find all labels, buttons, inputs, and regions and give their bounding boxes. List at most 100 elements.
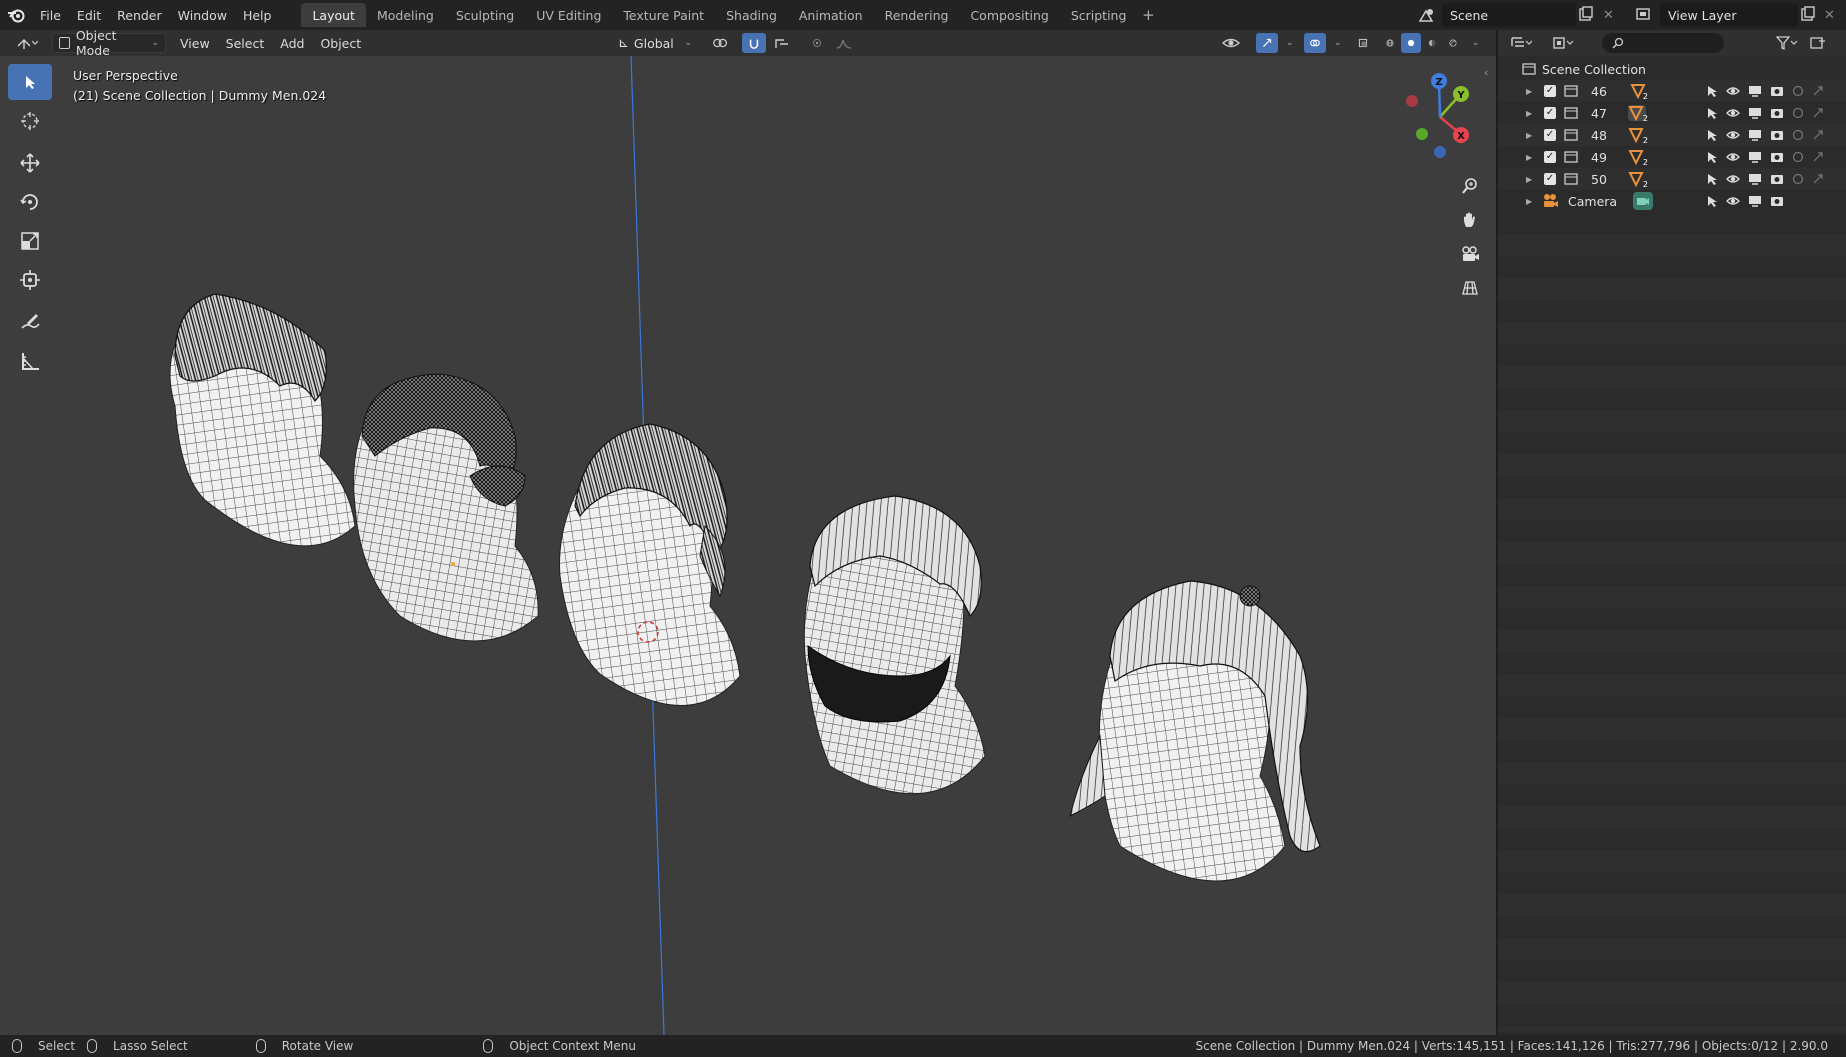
zoom-icon[interactable] — [1455, 171, 1485, 201]
eye-icon[interactable] — [1726, 107, 1740, 119]
sidebar-toggle-icon[interactable]: ‹ — [1484, 66, 1488, 79]
menu-help[interactable]: Help — [235, 0, 280, 30]
tab-rendering[interactable]: Rendering — [874, 3, 960, 27]
mesh-data-icon[interactable]: 2 — [1628, 149, 1648, 167]
expand-arrow-icon[interactable]: ▶ — [1526, 109, 1532, 118]
monitor-icon[interactable] — [1748, 195, 1762, 207]
shading-solid-icon[interactable] — [1401, 33, 1421, 53]
scene-type-icon[interactable] — [1414, 5, 1440, 25]
tab-layout[interactable]: Layout — [301, 3, 366, 27]
select-box-icon[interactable] — [8, 64, 52, 100]
selectable-arrow-icon[interactable] — [1706, 129, 1718, 141]
menu-edit[interactable]: Edit — [69, 0, 109, 30]
remove-scene-icon[interactable]: ✕ — [1603, 5, 1619, 25]
checkbox[interactable]: ✓ — [1544, 173, 1556, 185]
shading-dropdown-icon[interactable]: ⌄ — [1466, 33, 1480, 53]
indirect-only-icon[interactable] — [1812, 151, 1824, 163]
camera-render-icon[interactable] — [1770, 151, 1784, 163]
gizmo-toggle-icon[interactable] — [1256, 33, 1278, 53]
menu-render[interactable]: Render — [109, 0, 170, 30]
filter-icon[interactable] — [1776, 36, 1806, 50]
holdout-icon[interactable] — [1792, 151, 1804, 163]
tab-modeling[interactable]: Modeling — [366, 3, 445, 27]
new-collection-icon[interactable] — [1810, 36, 1830, 50]
camera-render-icon[interactable] — [1770, 129, 1784, 141]
tab-uv-editing[interactable]: UV Editing — [525, 3, 612, 27]
proportional-edit-icon[interactable] — [806, 33, 828, 53]
outliner-row-46[interactable]: ▶ ✓ 46 2 — [1498, 80, 1846, 102]
mesh-data-icon[interactable]: 2 — [1628, 83, 1648, 101]
expand-arrow-icon[interactable]: ▶ — [1526, 87, 1532, 96]
selectable-arrow-icon[interactable] — [1706, 173, 1718, 185]
holdout-icon[interactable] — [1792, 107, 1804, 119]
selectable-arrow-icon[interactable] — [1706, 195, 1718, 207]
indirect-only-icon[interactable] — [1812, 85, 1824, 97]
navigation-gizmo[interactable]: X Y Z — [1395, 72, 1485, 162]
tab-sculpting[interactable]: Sculpting — [445, 3, 525, 27]
checkbox[interactable]: ✓ — [1544, 129, 1556, 141]
eye-icon[interactable] — [1726, 151, 1740, 163]
remove-view-layer-icon[interactable]: ✕ — [1824, 5, 1840, 25]
tab-texture-paint[interactable]: Texture Paint — [612, 3, 715, 27]
mesh-data-icon[interactable]: 2 — [1628, 105, 1648, 123]
new-scene-icon[interactable] — [1578, 6, 1598, 24]
monitor-icon[interactable] — [1748, 85, 1762, 97]
checkbox[interactable]: ✓ — [1544, 151, 1556, 163]
holdout-icon[interactable] — [1792, 173, 1804, 185]
falloff-icon[interactable] — [830, 33, 860, 53]
gizmo-dropdown-icon[interactable]: ⌄ — [1280, 33, 1294, 53]
shading-material-icon[interactable] — [1422, 33, 1442, 53]
expand-arrow-icon[interactable]: ▶ — [1526, 153, 1532, 162]
shading-rendered-icon[interactable] — [1443, 33, 1463, 53]
scale-icon[interactable] — [8, 223, 52, 259]
snap-toggle-icon[interactable] — [742, 33, 766, 53]
menu-window[interactable]: Window — [170, 0, 235, 30]
transform-orientation-dropdown[interactable]: ⊾ Global ⌄ — [612, 33, 698, 53]
outliner-search-field[interactable] — [1602, 33, 1724, 53]
view-layer-icon[interactable] — [1630, 5, 1658, 25]
shading-wireframe-icon[interactable] — [1380, 33, 1400, 53]
visibility-options-icon[interactable] — [1216, 33, 1246, 53]
expand-arrow-icon[interactable]: ▶ — [1526, 175, 1532, 184]
camera-render-icon[interactable] — [1770, 173, 1784, 185]
outliner-row-48[interactable]: ▶ ✓ 48 2 — [1498, 124, 1846, 146]
indirect-only-icon[interactable] — [1812, 173, 1824, 185]
cursor-icon[interactable] — [8, 103, 52, 139]
camera-render-icon[interactable] — [1770, 85, 1784, 97]
eye-icon[interactable] — [1726, 195, 1740, 207]
outliner-row-camera[interactable]: ▶ Camera — [1498, 190, 1846, 212]
menu-file[interactable]: File — [32, 0, 69, 30]
overlays-dropdown-icon[interactable]: ⌄ — [1328, 33, 1342, 53]
object-menu[interactable]: Object — [314, 33, 367, 53]
holdout-icon[interactable] — [1792, 85, 1804, 97]
expand-arrow-icon[interactable]: ▶ — [1526, 197, 1532, 206]
blender-logo-icon[interactable] — [0, 0, 32, 30]
add-menu[interactable]: Add — [274, 33, 310, 53]
mesh-data-icon[interactable]: 2 — [1628, 171, 1648, 189]
measure-icon[interactable] — [8, 343, 52, 379]
camera-render-icon[interactable] — [1770, 107, 1784, 119]
holdout-icon[interactable] — [1792, 129, 1804, 141]
outliner-row-47[interactable]: ▶ ✓ 47 2 — [1498, 102, 1846, 124]
pan-hand-icon[interactable] — [1455, 205, 1485, 235]
pivot-point-icon[interactable] — [706, 33, 736, 53]
xray-toggle-icon[interactable] — [1352, 33, 1374, 53]
rotate-icon[interactable] — [8, 184, 52, 220]
overlays-toggle-icon[interactable] — [1304, 33, 1326, 53]
annotate-icon[interactable] — [8, 304, 52, 340]
outliner-editor-type-icon[interactable] — [1510, 36, 1540, 50]
outliner-row-50[interactable]: ▶ ✓ 50 2 — [1498, 168, 1846, 190]
monitor-icon[interactable] — [1748, 107, 1762, 119]
tab-scripting[interactable]: Scripting — [1060, 3, 1138, 27]
view-menu[interactable]: View — [174, 33, 216, 53]
eye-icon[interactable] — [1726, 173, 1740, 185]
checkbox[interactable]: ✓ — [1544, 85, 1556, 97]
expand-arrow-icon[interactable]: ▶ — [1526, 131, 1532, 140]
display-mode-icon[interactable] — [1552, 36, 1582, 50]
checkbox[interactable]: ✓ — [1544, 107, 1556, 119]
tab-animation[interactable]: Animation — [788, 3, 874, 27]
indirect-only-icon[interactable] — [1812, 129, 1824, 141]
mesh-data-icon[interactable]: 2 — [1628, 127, 1648, 145]
selectable-arrow-icon[interactable] — [1706, 85, 1718, 97]
indirect-only-icon[interactable] — [1812, 107, 1824, 119]
